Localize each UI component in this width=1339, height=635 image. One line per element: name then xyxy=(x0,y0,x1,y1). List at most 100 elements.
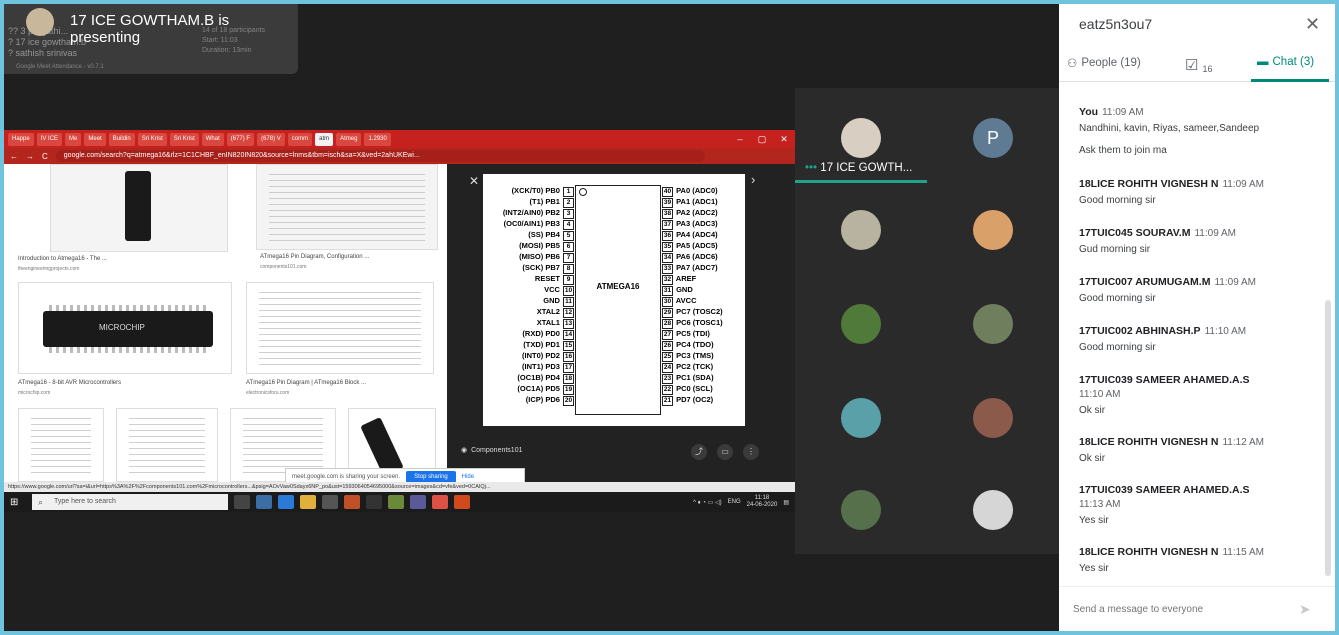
browser-tab[interactable]: Atmeg xyxy=(336,132,362,146)
tray-icons[interactable]: ^ ♦ ◔ ▭ ◁) xyxy=(693,499,721,506)
participant-avatar[interactable] xyxy=(973,210,1013,250)
store-icon[interactable] xyxy=(256,495,272,509)
message-text: Good morning sir xyxy=(1079,342,1156,353)
forward-icon[interactable]: → xyxy=(26,152,34,161)
close-window-icon[interactable]: ✕ xyxy=(773,130,795,148)
mail-icon[interactable] xyxy=(322,495,338,509)
result-image[interactable] xyxy=(50,164,228,252)
browser-tab[interactable]: Buildin xyxy=(108,132,135,146)
participant-avatar[interactable] xyxy=(973,304,1013,344)
result-image[interactable] xyxy=(256,164,438,250)
share-icon[interactable]: ⤴ xyxy=(691,444,707,460)
result-source: electronicsforu.com xyxy=(246,390,290,396)
pin-left-3: (INT2/AIN0) PB2 3 xyxy=(503,208,575,219)
close-icon[interactable]: ✕ xyxy=(1305,14,1320,35)
chrome-icon[interactable] xyxy=(432,495,448,509)
minimize-icon[interactable]: – xyxy=(729,130,751,148)
chip-brand: MICROCHIP xyxy=(99,323,145,332)
windows-start-icon[interactable]: ⊞ xyxy=(10,497,26,508)
pin-left-2: (T1) PB1 2 xyxy=(503,197,575,208)
tab-chat[interactable]: ▬ Chat (3) xyxy=(1257,56,1314,68)
send-icon[interactable]: ➤ xyxy=(1299,601,1311,618)
presenter-banner: ?? 3 pragathi... ? 17 ice gowtham.b ? sa… xyxy=(4,4,298,74)
pin-number: 14 xyxy=(563,330,574,340)
maximize-icon[interactable]: ▢ xyxy=(751,130,773,148)
app-icon[interactable] xyxy=(366,495,382,509)
notification-icon[interactable]: ▤ xyxy=(783,499,789,506)
result-image[interactable]: MICROCHIP xyxy=(18,282,232,374)
browser-tab[interactable]: comm xyxy=(287,132,313,146)
chat-icon: ▬ xyxy=(1257,56,1269,68)
viewer-actions: ⤴ ▭ ⋮ xyxy=(691,444,759,460)
tab-people[interactable]: ⚇ People (19) xyxy=(1067,56,1141,70)
browser-tab[interactable]: Sri Krist xyxy=(137,132,167,146)
viewer-source[interactable]: ◉ Components101 xyxy=(461,446,522,455)
browser-tab-active[interactable]: atm xyxy=(315,132,334,146)
result-image[interactable] xyxy=(116,408,218,482)
taskbar-search[interactable]: Type here to search xyxy=(32,494,228,510)
chat-scrollbar[interactable] xyxy=(1325,300,1331,576)
chat-input[interactable] xyxy=(1073,599,1273,619)
clock[interactable]: 11:18 24-06-2020 xyxy=(747,495,778,509)
app-icon[interactable] xyxy=(344,495,360,509)
pin-number: 18 xyxy=(563,374,574,384)
participant-avatar[interactable] xyxy=(973,398,1013,438)
browser-tab[interactable]: Me xyxy=(65,132,82,146)
result-image[interactable] xyxy=(246,282,434,374)
participant-avatar[interactable]: P xyxy=(973,118,1013,158)
browser-tab[interactable]: Meet xyxy=(84,132,106,146)
pin-number: 30 xyxy=(662,297,673,307)
result-caption[interactable]: ATmega16 Pin Diagram | ATmega16 Block ..… xyxy=(246,380,366,386)
participant-avatar[interactable] xyxy=(841,304,881,344)
checkbox-icon: ☑ xyxy=(1185,57,1199,74)
participant-avatar[interactable] xyxy=(841,118,881,158)
participants-grid: P ••• 17 ICE GOWTH... xyxy=(795,88,1059,554)
close-icon[interactable]: ✕ xyxy=(469,174,479,188)
message-text: Ok sir xyxy=(1079,453,1106,464)
browser-tab[interactable]: (677) F xyxy=(226,132,255,146)
browser-tab[interactable]: Sri Krist xyxy=(169,132,199,146)
chat-message: 17TUIC039 SAMEER AHAMED.A.S 11:10 AM Ok … xyxy=(1079,374,1315,417)
tray-language[interactable]: ENG xyxy=(728,499,741,505)
back-icon[interactable]: ← xyxy=(10,152,18,161)
participant-avatar[interactable] xyxy=(841,210,881,250)
save-icon[interactable]: ▭ xyxy=(717,444,733,460)
browser-tabbar: Happe IV ICE Me Meet Buildin Sri Krist S… xyxy=(4,130,795,148)
pin-name: PA2 (ADC2) xyxy=(674,208,718,217)
more-dots-icon[interactable]: ••• xyxy=(805,162,817,174)
browser-tab[interactable]: Happe xyxy=(8,132,34,146)
reload-icon[interactable]: C xyxy=(42,152,48,161)
app-icon[interactable] xyxy=(388,495,404,509)
app-icon[interactable] xyxy=(410,495,426,509)
participant-avatar[interactable] xyxy=(973,490,1013,530)
pins-left: (XCK/T0) PB0 1 (T1) PB1 2 (INT2/AIN0) PB2 … xyxy=(503,186,575,406)
powerpoint-icon[interactable] xyxy=(454,495,470,509)
participant-avatar[interactable] xyxy=(841,490,881,530)
folder-icon[interactable] xyxy=(300,495,316,509)
chevron-right-icon[interactable]: › xyxy=(751,172,755,187)
browser-tab[interactable]: IV ICE xyxy=(36,132,63,146)
chat-message: 18LICE ROHITH VIGNESH N 11:12 AM Ok sir xyxy=(1079,436,1315,465)
task-view-icon[interactable] xyxy=(234,495,250,509)
pin-left-13: XTAL1 13 xyxy=(503,318,575,329)
tab-tasks[interactable]: ☑ 16 xyxy=(1185,56,1212,74)
message-sender: You xyxy=(1079,106,1099,118)
browser-tab[interactable]: (678) V xyxy=(257,132,285,146)
participant-avatar[interactable] xyxy=(841,398,881,438)
hide-button[interactable]: Hide xyxy=(462,474,474,480)
chat-message: 17TUIC039 SAMEER AHAMED.A.S 11:13 AM Yes… xyxy=(1079,484,1315,527)
result-caption[interactable]: ATmega16 Pin Diagram, Configuration ... xyxy=(260,254,369,260)
more-icon[interactable]: ⋮ xyxy=(743,444,759,460)
result-caption[interactable]: ATmega16 - 8-bit AVR Microcontrollers xyxy=(18,380,121,386)
pin-left-18: (OC1B) PD4 18 xyxy=(503,373,575,384)
browser-tab[interactable]: What xyxy=(201,132,224,146)
result-image[interactable] xyxy=(18,408,104,482)
result-caption[interactable]: Introduction to Atmega16 - The ... xyxy=(18,256,107,262)
message-text: Yes sir xyxy=(1079,563,1109,574)
browser-tab[interactable]: 1.2930 xyxy=(364,132,391,146)
chat-message: 17TUIC002 ABHINASH.P 11:10 AM Good mornin… xyxy=(1079,325,1315,354)
people-icon: ⚇ xyxy=(1067,58,1078,70)
address-bar[interactable]: google.com/search?q=atmega16&rlz=1C1CHBF… xyxy=(55,150,705,162)
edge-icon[interactable] xyxy=(278,495,294,509)
status-url: https://www.google.com/url?sa=i&url=http… xyxy=(4,482,795,492)
